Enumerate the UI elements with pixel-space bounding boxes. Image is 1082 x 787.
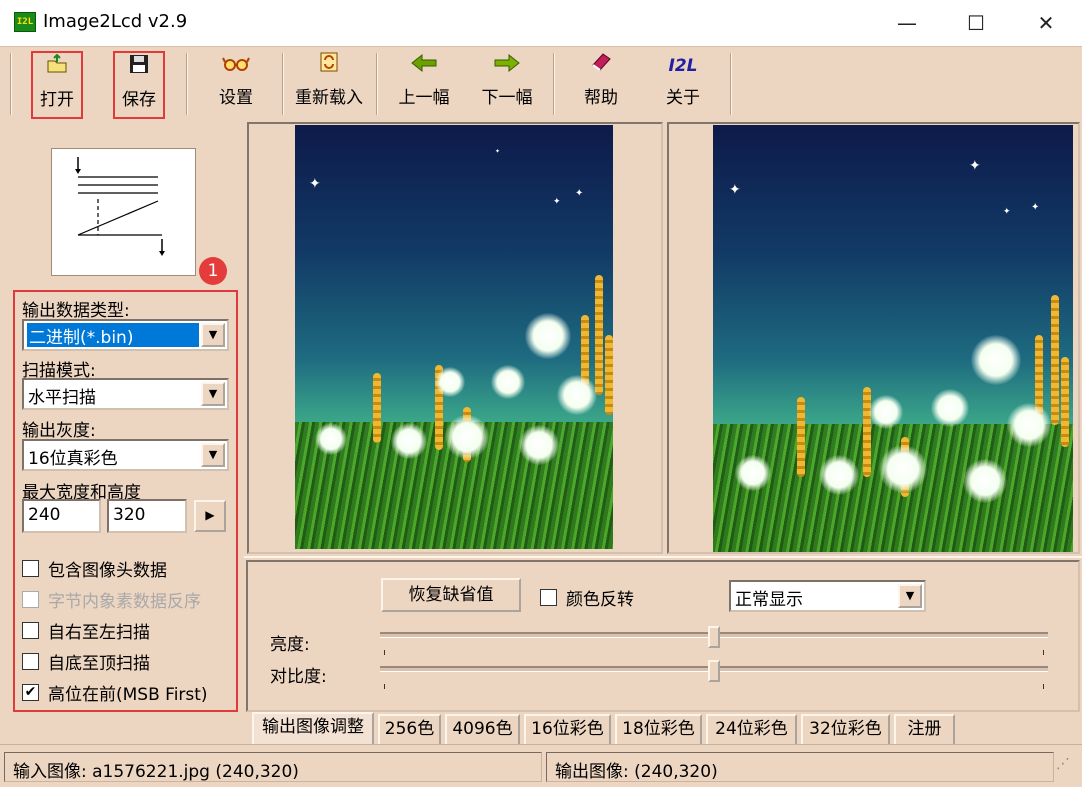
save-label: 保存: [122, 90, 156, 110]
slider-tick: [1043, 650, 1044, 655]
resize-grip-icon[interactable]: ⋰: [1056, 756, 1078, 782]
app-icon: I2L: [14, 12, 36, 32]
reload-button[interactable]: 重新载入: [290, 51, 368, 117]
restore-default-button[interactable]: 恢复缺省值: [381, 578, 521, 612]
input-image-status: 输入图像: a1576221.jpg (240,320): [4, 752, 542, 782]
annotation-badge-1: 1: [199, 257, 227, 285]
chevron-down-icon[interactable]: ▼: [201, 443, 225, 467]
max-height-input[interactable]: 320: [107, 499, 187, 533]
save-button[interactable]: 保存: [113, 51, 165, 119]
apply-size-button[interactable]: ▶: [194, 500, 226, 532]
reload-icon: [290, 51, 368, 81]
settings-button[interactable]: 设置: [208, 51, 264, 117]
option-label: 自底至顶扫描: [48, 654, 150, 674]
next-label: 下一幅: [481, 88, 533, 108]
slider-tick: [384, 684, 385, 689]
arrow-left-icon: [393, 51, 455, 81]
output-type-label: 输出数据类型:: [22, 301, 130, 321]
display-mode-select[interactable]: 正常显示 ▼: [729, 580, 926, 612]
option-label: 自右至左扫描: [48, 623, 150, 643]
max-width-input[interactable]: 240: [22, 499, 101, 533]
maximize-button[interactable]: ☐: [953, 8, 999, 38]
slider-tick: [384, 650, 385, 655]
output-image-status: 输出图像: (240,320): [546, 752, 1054, 782]
help-button[interactable]: 帮助: [574, 51, 628, 117]
chevron-down-icon[interactable]: ▼: [898, 584, 922, 608]
toolbar-separator: [376, 53, 378, 115]
gray-level-value: 16位真彩色: [28, 449, 118, 469]
toolbar-separator: [10, 53, 12, 115]
minimize-button[interactable]: —: [884, 8, 930, 38]
tab-1[interactable]: 256色: [378, 714, 441, 744]
contrast-slider-thumb[interactable]: [708, 660, 720, 682]
tab-0[interactable]: 输出图像调整: [252, 712, 374, 744]
tab-3[interactable]: 16位彩色: [524, 714, 611, 744]
contrast-label: 对比度:: [270, 667, 327, 687]
toolbar-separator: [553, 53, 555, 115]
toolbar-separator: [730, 53, 732, 115]
checkbox-box[interactable]: [22, 653, 39, 670]
output-type-value: 二进制(*.bin): [27, 323, 199, 348]
scan-direction-diagram: [51, 148, 196, 276]
reload-label: 重新载入: [295, 88, 363, 108]
option-label: 字节内象素数据反序: [48, 592, 201, 612]
about-label: 关于: [666, 88, 700, 108]
display-mode-value: 正常显示: [735, 590, 803, 610]
settings-label: 设置: [219, 88, 253, 108]
tab-4[interactable]: 18位彩色: [615, 714, 702, 744]
play-arrow-icon: ▶: [205, 508, 215, 522]
help-book-icon: [574, 51, 628, 81]
open-label: 打开: [40, 90, 74, 110]
toolbar: 打开 保存 设置 重新载入 上一幅 下一幅 帮助 I2L 关于: [0, 46, 1082, 122]
about-logo-icon: I2L: [668, 56, 698, 76]
checkbox-box[interactable]: [22, 622, 39, 639]
tab-7[interactable]: 注册: [894, 714, 955, 744]
invert-color-label: 颜色反转: [566, 590, 634, 610]
gray-level-label: 输出灰度:: [22, 421, 96, 441]
scan-direction-icon: [75, 157, 165, 256]
tab-6[interactable]: 32位彩色: [801, 714, 890, 744]
chevron-down-icon[interactable]: ▼: [201, 323, 225, 347]
tab-2[interactable]: 4096色: [445, 714, 520, 744]
invert-checkbox-box[interactable]: [540, 589, 557, 606]
checkmark-icon[interactable]: ✔: [22, 684, 39, 701]
arrow-right-icon: [476, 51, 538, 81]
help-label: 帮助: [584, 88, 618, 108]
option-label: 高位在前(MSB First): [48, 685, 208, 705]
brightness-slider-thumb[interactable]: [708, 626, 720, 648]
about-button[interactable]: I2L 关于: [656, 51, 710, 117]
gray-level-select[interactable]: 16位真彩色 ▼: [22, 439, 229, 471]
output-image: ✦ ✦ ✦ ✦: [713, 125, 1073, 552]
window-title: Image2Lcd v2.9: [43, 11, 188, 32]
open-button[interactable]: 打开: [31, 51, 83, 119]
brightness-label: 亮度:: [270, 635, 310, 655]
next-button[interactable]: 下一幅: [476, 51, 538, 117]
checkbox-box: [22, 591, 39, 608]
checkbox-box[interactable]: [22, 560, 39, 577]
open-folder-icon: [33, 53, 81, 83]
close-button[interactable]: ✕: [1023, 8, 1069, 38]
chevron-down-icon[interactable]: ▼: [201, 382, 225, 406]
slider-tick: [1043, 684, 1044, 689]
toolbar-separator: [282, 53, 284, 115]
tab-5[interactable]: 24位彩色: [706, 714, 797, 744]
scan-mode-value: 水平扫描: [28, 388, 96, 408]
floppy-disk-icon: [115, 53, 163, 83]
prev-label: 上一幅: [398, 88, 450, 108]
prev-button[interactable]: 上一幅: [393, 51, 455, 117]
output-type-select[interactable]: 二进制(*.bin) ▼: [22, 319, 229, 351]
toolbar-separator: [186, 53, 188, 115]
input-image: ✦ ✦ ✦ ✦: [295, 125, 613, 549]
glasses-icon: [208, 51, 264, 81]
scan-mode-select[interactable]: 水平扫描 ▼: [22, 378, 229, 410]
option-label: 包含图像头数据: [48, 561, 167, 581]
title-bar: I2L Image2Lcd v2.9 — ☐ ✕: [0, 0, 1082, 46]
